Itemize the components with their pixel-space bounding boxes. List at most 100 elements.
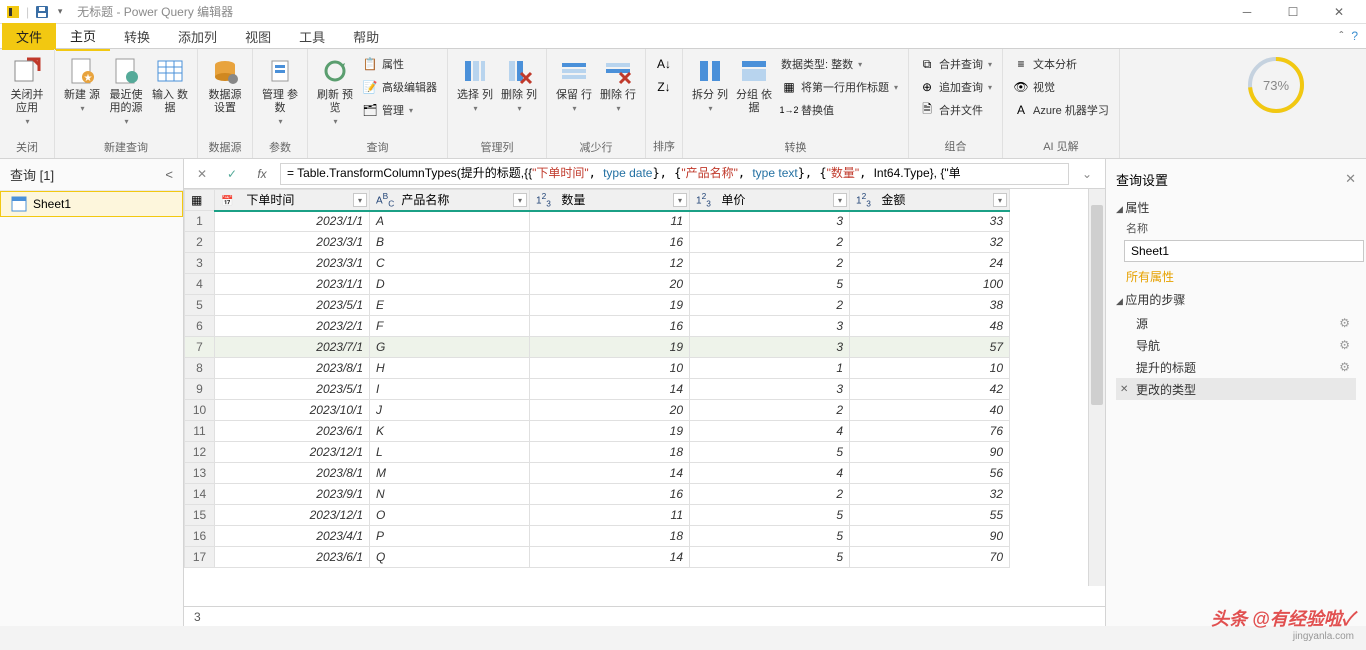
formula-bar: ✕ ✓ fx = Table.TransformColumnTypes(提升的标…: [184, 159, 1105, 189]
sort-asc-button[interactable]: A↓: [652, 53, 676, 75]
column-header[interactable]: ABC 产品名称▾: [370, 190, 530, 211]
table-row[interactable]: 172023/6/1Q14570: [185, 547, 1010, 568]
column-type-icon[interactable]: 123: [856, 191, 878, 208]
split-column-button[interactable]: 拆分 列▾: [689, 51, 731, 137]
fx-icon[interactable]: fx: [250, 163, 274, 185]
text-analysis-button[interactable]: ≡文本分析: [1009, 53, 1113, 75]
select-all-icon[interactable]: ▦: [191, 193, 202, 207]
undo-dropdown-icon[interactable]: ▾: [53, 5, 67, 19]
applied-step[interactable]: 提升的标题⚙: [1116, 356, 1356, 378]
delete-step-icon[interactable]: ✕: [1120, 384, 1128, 395]
column-header[interactable]: 123 单价▾: [690, 190, 850, 211]
collapse-queries-icon[interactable]: <: [165, 167, 173, 182]
queries-pane: 查询 [1] < Sheet1: [0, 159, 184, 626]
table-row[interactable]: 122023/12/1L18590: [185, 442, 1010, 463]
new-source-button[interactable]: ★新建 源▾: [61, 51, 103, 137]
table-row[interactable]: 12023/1/1A11333: [185, 211, 1010, 232]
tab-transform[interactable]: 转换: [110, 23, 164, 50]
remove-columns-button[interactable]: 删除 列▾: [498, 51, 540, 137]
vertical-scrollbar[interactable]: [1088, 189, 1105, 586]
azure-ml-button[interactable]: AAzure 机器学习: [1009, 99, 1113, 121]
table-row[interactable]: 62023/2/1F16348: [185, 316, 1010, 337]
manage-button[interactable]: 🗂管理▾: [358, 99, 441, 121]
formula-cancel-icon[interactable]: ✕: [190, 163, 214, 185]
table-row[interactable]: 132023/8/1M14456: [185, 463, 1010, 484]
table-row[interactable]: 112023/6/1K19476: [185, 421, 1010, 442]
table-row[interactable]: 82023/8/1H10110: [185, 358, 1010, 379]
close-button[interactable]: ✕: [1316, 0, 1362, 24]
query-item-sheet1[interactable]: Sheet1: [0, 191, 183, 217]
step-settings-icon[interactable]: ⚙: [1339, 338, 1350, 352]
column-header[interactable]: 📅 下单时间▾: [215, 190, 370, 211]
choose-columns-button[interactable]: 选择 列▾: [454, 51, 496, 137]
table-row[interactable]: 42023/1/1D205100: [185, 274, 1010, 295]
applied-step[interactable]: 源⚙: [1116, 312, 1356, 334]
enter-data-button[interactable]: 输入 数据: [149, 51, 191, 137]
remove-rows-button[interactable]: 删除 行▾: [597, 51, 639, 137]
progress-ring: 73%: [1246, 55, 1306, 115]
append-queries-button[interactable]: ⊕追加查询▾: [915, 76, 996, 98]
column-type-icon[interactable]: 123: [696, 191, 718, 208]
table-row[interactable]: 92023/5/1I14342: [185, 379, 1010, 400]
vision-button[interactable]: 👁视觉: [1009, 76, 1113, 98]
column-type-icon[interactable]: ABC: [376, 191, 398, 208]
column-filter-icon[interactable]: ▾: [673, 193, 687, 207]
tab-tool[interactable]: 工具: [285, 23, 339, 50]
column-filter-icon[interactable]: ▾: [993, 193, 1007, 207]
tab-addcolumn[interactable]: 添加列: [164, 23, 231, 50]
properties-section[interactable]: 属性: [1116, 199, 1356, 216]
column-filter-icon[interactable]: ▾: [833, 193, 847, 207]
column-header[interactable]: 123 金额▾: [850, 190, 1010, 211]
tab-file[interactable]: 文件: [2, 23, 56, 50]
table-row[interactable]: 52023/5/1E19238: [185, 295, 1010, 316]
firstrow-header-button[interactable]: ▦将第一行用作标题▾: [777, 76, 902, 98]
column-header[interactable]: 123 数量▾: [530, 190, 690, 211]
save-icon[interactable]: [35, 5, 49, 19]
all-properties-link[interactable]: 所有属性: [1126, 268, 1356, 285]
minimize-button[interactable]: ─: [1224, 0, 1270, 24]
data-table: ▦ 📅 下单时间▾ABC 产品名称▾123 数量▾123 单价▾123 金额▾ 1…: [184, 189, 1010, 568]
replace-values-button[interactable]: 1→2替换值: [777, 99, 902, 121]
keep-rows-button[interactable]: 保留 行▾: [553, 51, 595, 137]
close-apply-button[interactable]: 关闭并 应用▾: [6, 51, 48, 137]
refresh-preview-button[interactable]: 刷新 预览▾: [314, 51, 356, 137]
table-row[interactable]: 142023/9/1N16232: [185, 484, 1010, 505]
tab-help[interactable]: 帮助: [339, 23, 393, 50]
applied-step[interactable]: 导航⚙: [1116, 334, 1356, 356]
tab-view[interactable]: 视图: [231, 23, 285, 50]
table-row[interactable]: 22023/3/1B16232: [185, 232, 1010, 253]
table-row[interactable]: 152023/12/1O11555: [185, 505, 1010, 526]
properties-button[interactable]: 📋属性: [358, 53, 441, 75]
query-name-input[interactable]: [1124, 240, 1364, 262]
collapse-ribbon-icon[interactable]: ˆ: [1339, 29, 1343, 43]
formula-accept-icon[interactable]: ✓: [220, 163, 244, 185]
sort-desc-button[interactable]: Z↓: [652, 76, 676, 98]
datatype-button[interactable]: 数据类型: 整数▾: [777, 53, 902, 75]
formula-input[interactable]: = Table.TransformColumnTypes(提升的标题,{{"下单…: [280, 163, 1069, 185]
tab-home[interactable]: 主页: [56, 22, 110, 51]
manage-params-button[interactable]: 管理 参数▾: [259, 51, 301, 137]
merge-files-button[interactable]: 🗎合并文件: [915, 99, 996, 121]
maximize-button[interactable]: ☐: [1270, 0, 1316, 24]
table-row[interactable]: 162023/4/1P18590: [185, 526, 1010, 547]
applied-steps-section[interactable]: 应用的步骤: [1116, 291, 1356, 308]
formula-expand-icon[interactable]: ⌄: [1075, 163, 1099, 185]
help-icon[interactable]: ?: [1351, 29, 1358, 43]
advanced-editor-button[interactable]: 📝高级编辑器: [358, 76, 441, 98]
table-row[interactable]: 72023/7/1G19357: [185, 337, 1010, 358]
recent-sources-button[interactable]: 最近使 用的源▾: [105, 51, 147, 137]
step-settings-icon[interactable]: ⚙: [1339, 360, 1350, 374]
column-filter-icon[interactable]: ▾: [513, 193, 527, 207]
merge-queries-button[interactable]: ⧉合并查询▾: [915, 53, 996, 75]
status-bar: 3: [184, 606, 1105, 626]
step-settings-icon[interactable]: ⚙: [1339, 316, 1350, 330]
applied-step[interactable]: ✕更改的类型: [1116, 378, 1356, 400]
table-row[interactable]: 102023/10/1J20240: [185, 400, 1010, 421]
column-type-icon[interactable]: 📅: [221, 196, 243, 207]
close-settings-icon[interactable]: ✕: [1345, 171, 1356, 187]
datasource-settings-button[interactable]: 数据源 设置: [204, 51, 246, 137]
column-filter-icon[interactable]: ▾: [353, 193, 367, 207]
column-type-icon[interactable]: 123: [536, 191, 558, 208]
groupby-button[interactable]: 分组 依据: [733, 51, 775, 137]
table-row[interactable]: 32023/3/1C12224: [185, 253, 1010, 274]
